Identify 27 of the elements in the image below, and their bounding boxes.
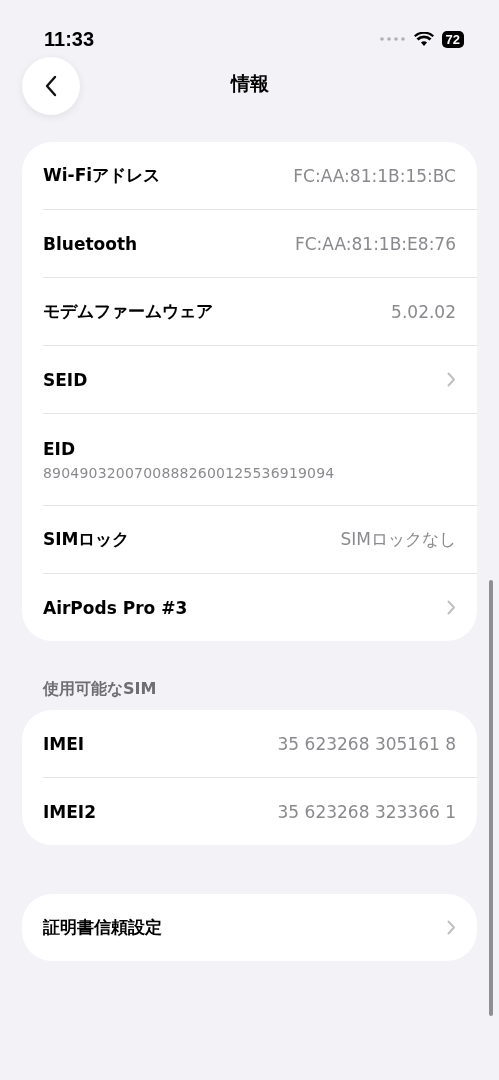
row-label: モデムファームウェア [43,300,213,323]
signal-icon [379,37,406,41]
row-value: 35 623268 305161 8 [277,733,456,754]
row-label[interactable]: AirPods Pro #3 [43,597,188,618]
row-label[interactable]: SEID [43,369,88,390]
back-icon [44,75,58,97]
row-label: EID [43,438,76,459]
row-value: FC:AA:81:1B:15:BC [293,165,456,186]
row-label: IMEI2 [43,801,96,822]
page-title: 情報 [230,71,269,96]
row-value: FC:AA:81:1B:E8:76 [294,233,456,254]
battery-level: 72 [441,30,464,48]
chevron-icon [447,920,456,935]
row-label: IMEI [43,733,85,754]
row-label: Bluetooth [43,233,138,254]
section-header: 使用可能なSIM [41,678,158,700]
row-value: 35 623268 323366 1 [277,801,456,822]
row-label: SIMロック [43,528,130,551]
row-label[interactable]: 証明書信頼設定 [43,916,162,939]
row-label: Wi-Fiアドレス [43,164,161,187]
chevron-icon [447,600,456,615]
row-value: 89049032007008882600125536919094 [43,464,335,481]
row-value: SIMロックなし [340,528,456,551]
chevron-icon [447,372,456,387]
wifi-icon [413,31,434,47]
status-time: 11:33 [44,27,95,51]
row-value: 5.02.02 [391,301,456,322]
